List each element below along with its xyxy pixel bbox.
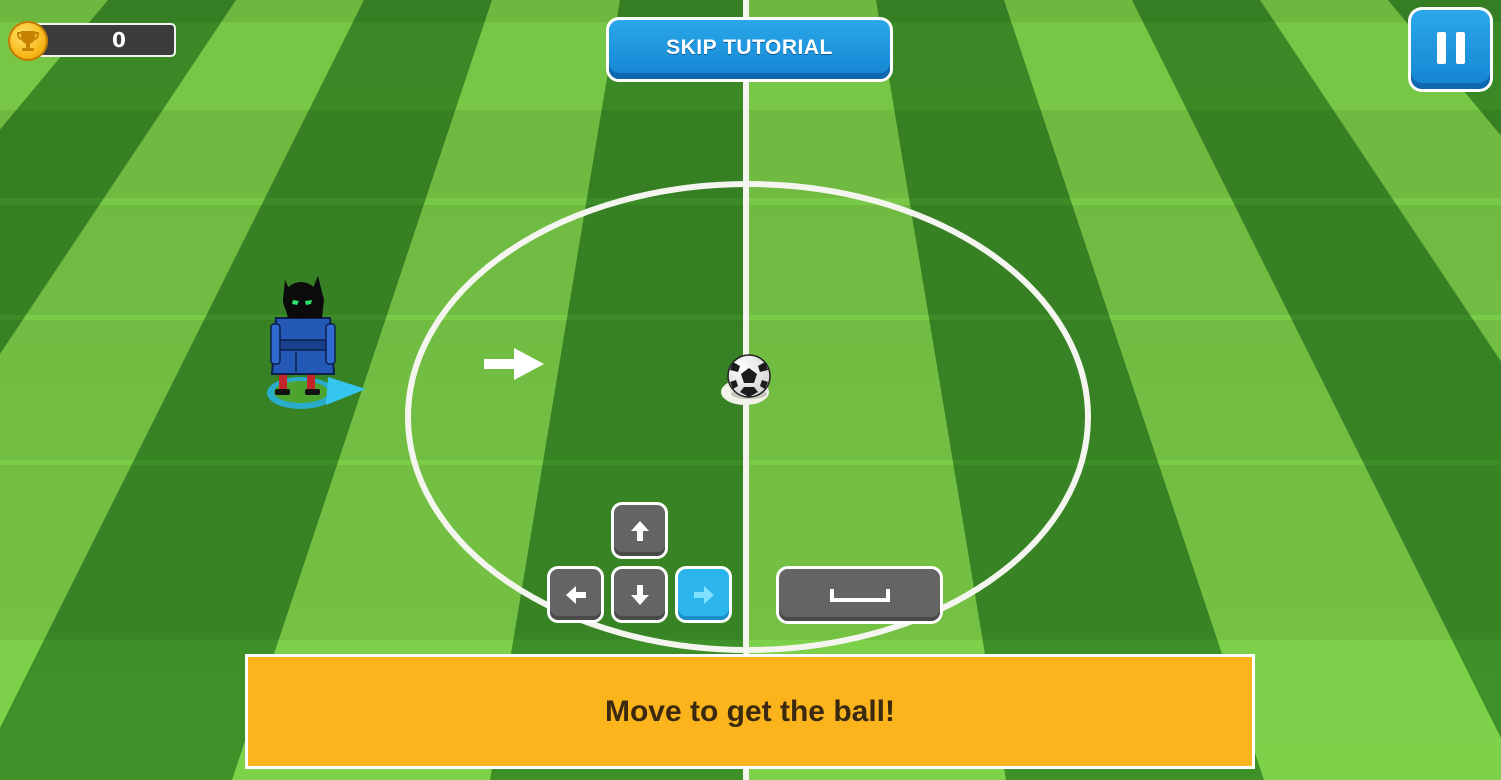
game-stage: 0 SKIP TUTORIAL Move to get the ball! (0, 0, 1501, 780)
right-arrow-key[interactable] (675, 566, 732, 623)
arrow-up-icon (630, 520, 649, 541)
arrow-down-icon (630, 584, 649, 605)
arrow-left-icon (565, 585, 586, 604)
pause-icon (1437, 32, 1465, 64)
instruction-panel-face: Move to get the ball! (248, 657, 1252, 766)
spacebar-icon (829, 589, 890, 602)
skip-tutorial-button[interactable]: SKIP TUTORIAL (606, 17, 893, 82)
pause-button-face (1411, 10, 1490, 89)
skip-tutorial-button-face: SKIP TUTORIAL (609, 20, 890, 79)
score-bar: 0 (30, 23, 176, 57)
down-arrow-key[interactable] (611, 566, 668, 623)
arrow-right-icon (693, 585, 714, 604)
tutorial-instruction-panel: Move to get the ball! (245, 654, 1255, 769)
left-arrow-key[interactable] (547, 566, 604, 623)
trophy-coin-icon (8, 21, 48, 61)
score-value: 0 (112, 28, 126, 52)
instruction-text: Move to get the ball! (604, 694, 895, 728)
pause-button[interactable] (1408, 7, 1493, 92)
space-key[interactable] (776, 566, 943, 624)
score-counter: 0 (8, 21, 176, 61)
up-arrow-key[interactable] (611, 502, 668, 559)
skip-tutorial-label: SKIP TUTORIAL (666, 35, 833, 59)
soccer-ball (727, 354, 771, 399)
